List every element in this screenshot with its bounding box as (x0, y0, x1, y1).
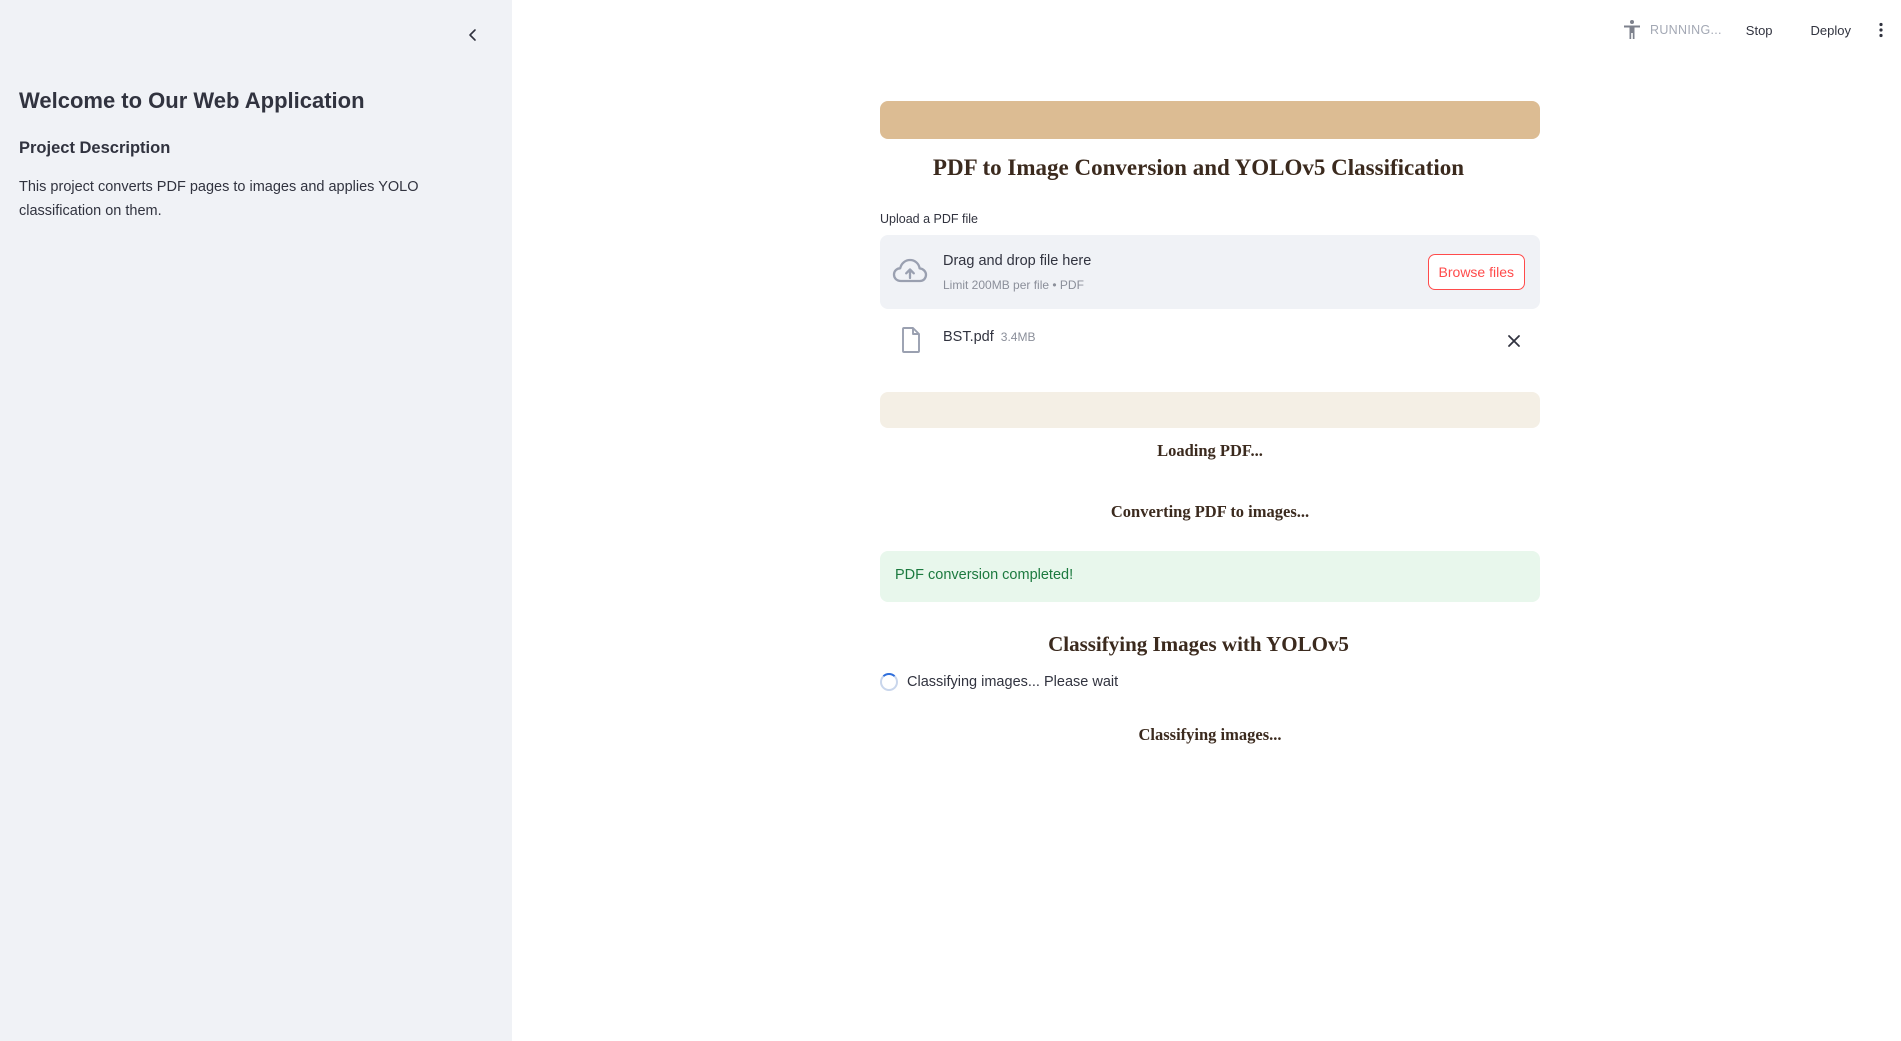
remove-file-button[interactable] (1502, 329, 1526, 353)
chevron-left-icon (469, 29, 476, 41)
header-toolbar: RUNNING... Stop Deploy (1620, 14, 1901, 46)
success-message: PDF conversion completed! (895, 567, 1074, 583)
page-title: PDF to Image Conversion and YOLOv5 Class… (932, 155, 1465, 180)
spinner-text: Classifying images... Please wait (907, 674, 1119, 690)
loading-spinner-icon (880, 673, 898, 691)
main-menu-button[interactable] (1869, 18, 1893, 42)
section-title: Classifying Images with YOLOv5 (1048, 632, 1349, 656)
status-loading: Loading PDF... (1157, 441, 1263, 460)
dropzone-instruction: Drag and drop file here (943, 253, 1092, 269)
header-banner (880, 101, 1540, 139)
status-classifying: Classifying images... (1138, 725, 1282, 744)
file-icon (902, 327, 920, 353)
success-alert: PDF conversion completed! (880, 551, 1540, 602)
main-content: PDF to Image Conversion and YOLOv5 Class… (880, 0, 1540, 1041)
progress-banner (880, 392, 1540, 428)
stop-button[interactable]: Stop (1738, 19, 1781, 42)
file-name: BST.pdf (943, 329, 994, 345)
file-dropzone[interactable]: Drag and drop file here Limit 200MB per … (880, 235, 1540, 309)
sidebar-title: Welcome to Our Web Application (19, 88, 365, 113)
uploaded-file-row: BST.pdf 3.4MB (880, 322, 1540, 358)
cloud-upload-icon (892, 258, 928, 283)
sidebar: Welcome to Our Web Application Project D… (0, 0, 512, 1041)
person-icon (1624, 20, 1641, 39)
app-root: Welcome to Our Web Application Project D… (0, 0, 1901, 1041)
spinner-row: Classifying images... Please wait (880, 673, 1118, 691)
dropzone-limit: Limit 200MB per file • PDF (943, 278, 1084, 292)
browse-files-button[interactable]: Browse files (1427, 254, 1525, 290)
file-size: 3.4MB (1000, 330, 1036, 344)
collapse-sidebar-button[interactable] (458, 20, 488, 50)
kebab-menu-icon (1879, 22, 1883, 38)
running-status-text: RUNNING... (1650, 23, 1722, 37)
upload-label: Upload a PDF file (880, 212, 978, 226)
deploy-button[interactable]: Deploy (1803, 19, 1859, 42)
file-info: BST.pdf 3.4MB (943, 329, 1035, 345)
status-converting: Converting PDF to images... (1110, 502, 1310, 521)
close-icon (1508, 335, 1520, 347)
running-status: RUNNING... (1620, 18, 1722, 42)
sidebar-subtitle: Project Description (19, 139, 171, 157)
sidebar-description: This project converts PDF pages to image… (19, 179, 419, 219)
